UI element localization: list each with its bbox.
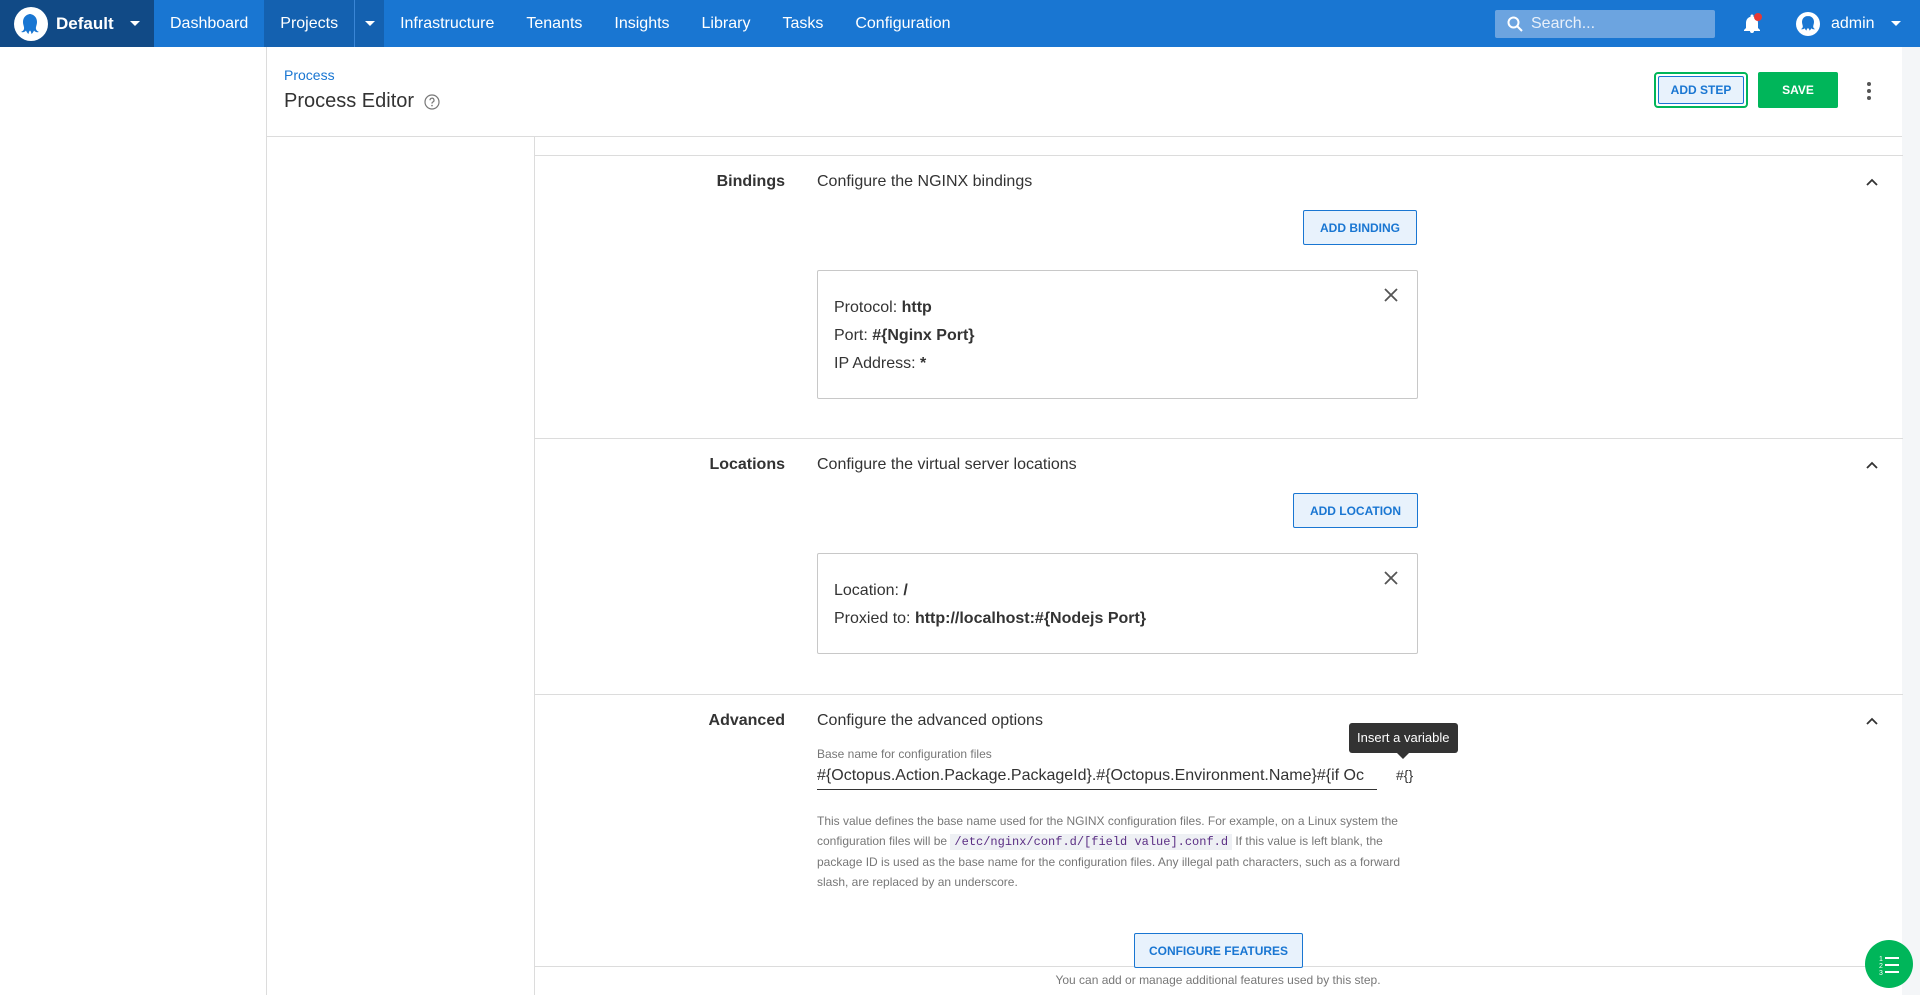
insert-variable-button[interactable]: #{} [1396,767,1413,783]
space-name: Default [56,13,114,33]
nav-tenants[interactable]: Tenants [510,0,598,47]
search-icon [1507,16,1523,32]
binding-card[interactable]: Protocol: http Port: #{Nginx Port} IP Ad… [817,270,1418,399]
locations-description: Configure the virtual server locations [817,456,1077,473]
divider [535,438,1903,439]
nav-configuration[interactable]: Configuration [839,0,966,47]
chevron-down-icon [364,21,375,26]
projects-dropdown-button[interactable] [354,0,385,47]
bindings-description: Configure the NGINX bindings [817,173,1033,190]
base-name-input[interactable] [817,762,1377,790]
space-switcher[interactable]: Default [0,0,154,47]
chevron-down-icon [129,21,140,26]
add-binding-button[interactable]: ADD BINDING [1303,210,1417,245]
location-path: Location: / [834,582,908,599]
chevron-up-icon[interactable] [1865,175,1879,189]
octopus-logo-icon [14,6,48,41]
divider [535,694,1903,695]
page-header: Process Process Editor ADD STEP SAVE [267,47,1902,137]
close-icon[interactable] [1383,570,1399,586]
base-name-field-label: Base name for configuration files [817,747,992,761]
divider [535,155,1903,156]
chevron-up-icon[interactable] [1865,714,1879,728]
base-name-help-text: This value defines the base name used fo… [817,814,1400,889]
binding-ip-address: IP Address: * [834,355,927,372]
close-icon[interactable] [1383,287,1399,303]
user-menu[interactable]: admin [1795,0,1901,47]
top-nav: Default Dashboard Projects Infrastructur… [0,0,1920,47]
more-options-icon[interactable] [1859,79,1879,103]
insert-variable-tooltip: Insert a variable [1349,723,1458,759]
nav-infrastructure[interactable]: Infrastructure [384,0,510,47]
binding-port: Port: #{Nginx Port} [834,327,975,344]
advanced-label: Advanced [708,712,785,729]
chevron-down-icon [1890,21,1901,26]
task-list-fab-icon[interactable]: 123 [1865,940,1913,988]
svg-text:3: 3 [1879,970,1883,976]
breadcrumb-process[interactable]: Process [284,67,335,83]
add-location-button[interactable]: ADD LOCATION [1293,493,1418,528]
page: Process Process Editor ADD STEP SAVE Bin… [0,47,1903,995]
binding-protocol: Protocol: http [834,299,932,316]
left-panel [0,47,267,995]
page-title: Process Editor [284,90,440,113]
save-button[interactable]: SAVE [1758,72,1838,108]
page-title-text: Process Editor [284,90,415,112]
advanced-description: Configure the advanced options [817,712,1043,729]
user-name: admin [1831,14,1875,32]
chevron-up-icon[interactable] [1865,458,1879,472]
svg-text:1: 1 [1879,956,1883,963]
config-path-code: /etc/nginx/conf.d/[field value].conf.d [950,834,1233,850]
configure-features-button[interactable]: CONFIGURE FEATURES [1134,933,1303,968]
location-proxied-to: Proxied to: http://localhost:#{Nodejs Po… [834,610,1147,627]
bindings-label: Bindings [716,173,785,190]
step-editor-content: Bindings Configure the NGINX bindings AD… [534,137,1903,995]
user-avatar-icon [1796,11,1820,36]
search-input[interactable] [1531,15,1701,33]
search-box[interactable] [1495,10,1715,38]
locations-label: Locations [709,456,785,473]
nav-dashboard[interactable]: Dashboard [154,0,264,47]
location-card[interactable]: Location: / Proxied to: http://localhost… [817,553,1418,654]
nav-insights[interactable]: Insights [598,0,685,47]
nav-library[interactable]: Library [686,0,767,47]
notifications-bell-icon[interactable] [1740,12,1764,36]
configure-features-hint: You can add or manage additional feature… [1055,973,1381,987]
add-step-label: ADD STEP [1658,76,1744,104]
nav-tasks[interactable]: Tasks [766,0,839,47]
nav-projects[interactable]: Projects [264,0,355,47]
add-step-button[interactable]: ADD STEP [1654,72,1748,108]
svg-text:2: 2 [1879,963,1883,970]
help-icon[interactable] [424,93,440,110]
